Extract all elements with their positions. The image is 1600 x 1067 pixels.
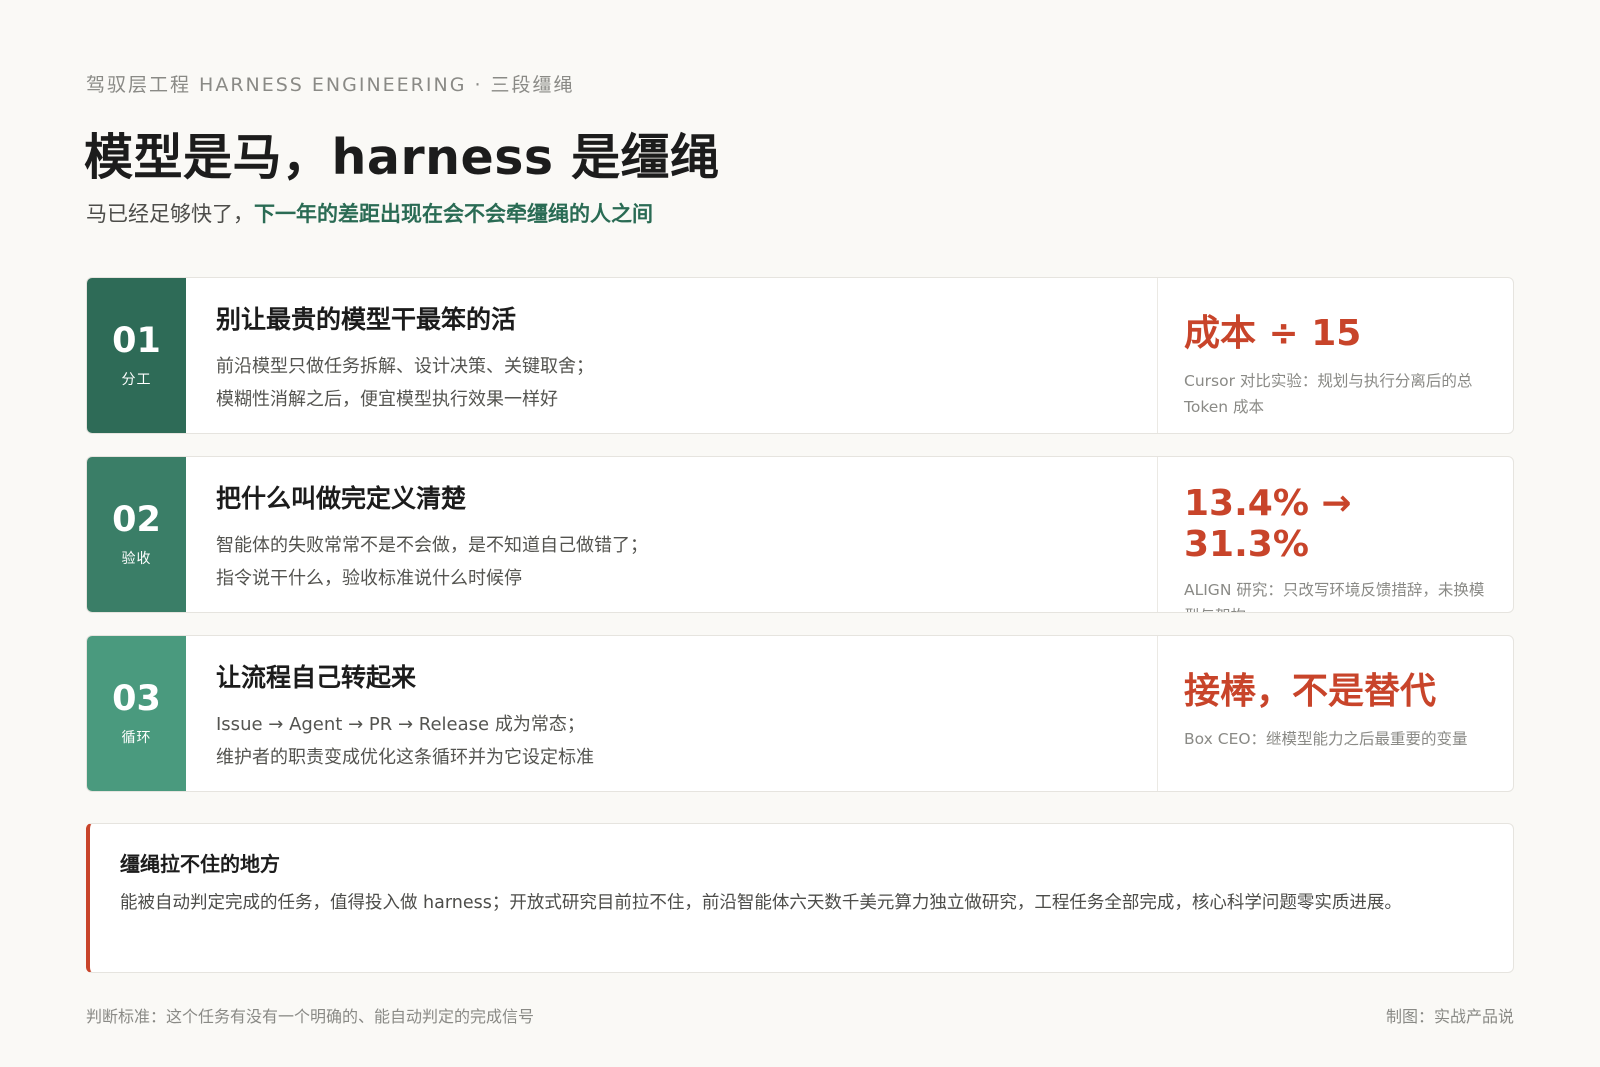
- card-stat: 13.4% → 31.3%: [1184, 483, 1352, 565]
- limit-callout: 缰绳拉不住的地方 能被自动判定完成的任务，值得投入做 harness；开放式研究…: [86, 823, 1514, 973]
- card-line: 指令说干什么，验收标准说什么时候停: [216, 568, 522, 589]
- card-stat: 成本 ÷ 15: [1184, 313, 1362, 354]
- footer-criterion: 判断标准：这个任务有没有一个明确的、能自动判定的完成信号: [86, 1007, 535, 1026]
- card-line: Issue → Agent → PR → Release 成为常态；: [216, 714, 585, 735]
- card-tag: 分工: [121, 371, 152, 388]
- card-stat-note: Box CEO：继模型能力之后最重要的变量: [1184, 730, 1468, 748]
- card-number-block: 03 循环: [87, 636, 186, 791]
- subtitle: 马已经足够快了，下一年的差距出现在会不会牵缰绳的人之间: [86, 198, 653, 228]
- eyebrow-label: 驾驭层工程 HARNESS ENGINEERING · 三段缰绳: [86, 74, 575, 96]
- card-heading: 别让最贵的模型干最笨的活: [216, 305, 517, 334]
- limit-heading: 缰绳拉不住的地方: [120, 852, 280, 876]
- card-number-block: 01 分工: [87, 278, 186, 433]
- card-acceptance: 02 验收 把什么叫做完定义清楚 智能体的失败常常不是不会做，是不知道自己做错了…: [86, 456, 1514, 613]
- limit-text: 能被自动判定完成的任务，值得投入做 harness；开放式研究目前拉不住，前沿智…: [120, 893, 1402, 913]
- card-loop: 03 循环 让流程自己转起来 Issue → Agent → PR → Rele…: [86, 635, 1514, 792]
- card-body: 把什么叫做完定义清楚 智能体的失败常常不是不会做，是不知道自己做错了； 指令说干…: [186, 457, 1157, 612]
- card-line: 智能体的失败常常不是不会做，是不知道自己做错了；: [216, 535, 648, 556]
- page: 驾驭层工程 HARNESS ENGINEERING · 三段缰绳 模型是马，ha…: [0, 0, 1600, 1067]
- card-tag: 验收: [121, 550, 152, 567]
- card-stat-panel: 13.4% → 31.3% ALIGN 研究：只改写环境反馈措辞，未换模型与架构: [1157, 457, 1513, 612]
- card-heading: 把什么叫做完定义清楚: [216, 484, 467, 513]
- card-number-block: 02 验收: [87, 457, 186, 612]
- card-division: 01 分工 别让最贵的模型干最笨的活 前沿模型只做任务拆解、设计决策、关键取舍；…: [86, 277, 1514, 434]
- subtitle-highlight: 下一年的差距出现在会不会牵缰绳的人之间: [254, 202, 653, 226]
- card-number: 03: [112, 679, 161, 720]
- card-stat-note: Cursor 对比实验：规划与执行分离后的总 Token 成本: [1184, 372, 1473, 416]
- card-number: 02: [112, 500, 161, 541]
- card-heading: 让流程自己转起来: [216, 663, 417, 692]
- card-body: 让流程自己转起来 Issue → Agent → PR → Release 成为…: [186, 636, 1157, 791]
- card-stat-note: ALIGN 研究：只改写环境反馈措辞，未换模型与架构: [1184, 581, 1485, 612]
- card-tag: 循环: [121, 729, 152, 746]
- card-line: 前沿模型只做任务拆解、设计决策、关键取舍；: [216, 356, 594, 377]
- card-line: 维护者的职责变成优化这条循环并为它设定标准: [216, 747, 594, 768]
- subtitle-plain: 马已经足够快了，: [86, 202, 254, 226]
- card-body: 别让最贵的模型干最笨的活 前沿模型只做任务拆解、设计决策、关键取舍； 模糊性消解…: [186, 278, 1157, 433]
- card-number: 01: [112, 321, 161, 362]
- footer-credit: 制图：实战产品说: [1385, 1007, 1514, 1026]
- card-line: 模糊性消解之后，便宜模型执行效果一样好: [216, 389, 558, 410]
- page-title: 模型是马，harness 是缰绳: [84, 129, 720, 186]
- card-stat-panel: 接棒，不是替代 Box CEO：继模型能力之后最重要的变量: [1157, 636, 1513, 791]
- card-stat: 接棒，不是替代: [1184, 671, 1437, 712]
- card-stat-panel: 成本 ÷ 15 Cursor 对比实验：规划与执行分离后的总 Token 成本: [1157, 278, 1513, 433]
